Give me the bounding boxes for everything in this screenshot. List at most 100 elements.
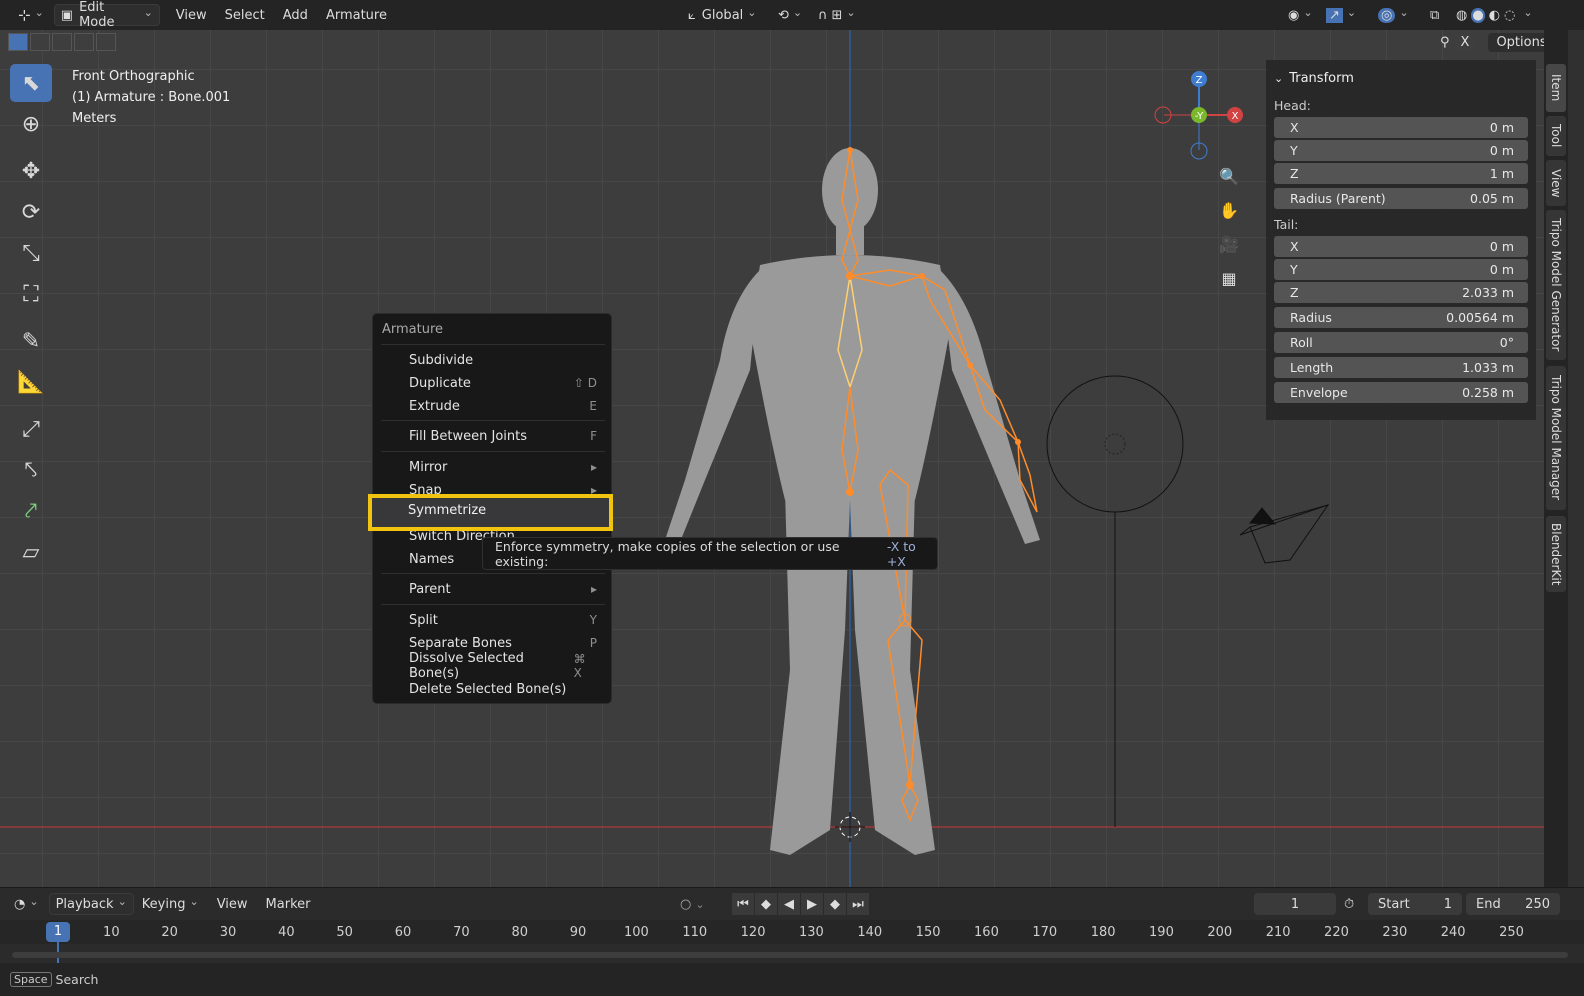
menu-item-dissolve-selected-bones[interactable]: Dissolve Selected Bone(s) ⌘ X	[409, 651, 607, 681]
menu-item-duplicate[interactable]: Duplicate ⇧ D	[409, 372, 607, 394]
menu-keying[interactable]: Keying	[136, 893, 205, 915]
menu-item-parent[interactable]: Parent ▸	[409, 578, 607, 600]
orientation-dropdown[interactable]: ⟀ Global	[682, 4, 763, 26]
menu-view[interactable]: View	[170, 4, 213, 26]
menu-item-mirror[interactable]: Mirror ▸	[409, 456, 607, 478]
tab-tripo-model-generator[interactable]: Tripo Model Generator	[1546, 210, 1566, 360]
tab-tool[interactable]: Tool	[1546, 116, 1566, 156]
tail-z-field[interactable]: Z 2.033 m	[1274, 282, 1528, 303]
menu-select[interactable]: Select	[219, 4, 271, 26]
menu-item-fill-between-joints[interactable]: Fill Between Joints F	[409, 425, 607, 447]
transform-panel: ⌄ Transform Head: X 0 m Y 0 m Z 1 m Radius …	[1266, 60, 1536, 420]
editor-type-button[interactable]: ⊹	[12, 4, 50, 26]
edit-mode-icon: ▣	[60, 7, 74, 23]
end-frame-field[interactable]: End 250	[1466, 893, 1560, 915]
mode-dropdown[interactable]: ▣ Edit Mode	[53, 0, 160, 30]
frame-tick: 210	[1265, 925, 1291, 940]
menu-timeline-view[interactable]: View	[211, 893, 254, 915]
length-field[interactable]: Length 1.033 m	[1274, 357, 1528, 378]
start-value: 1	[1443, 896, 1452, 912]
transform-tool[interactable]: ⛶	[10, 275, 52, 313]
end-label: End	[1476, 896, 1501, 912]
tail-y-field[interactable]: Y 0 m	[1274, 259, 1528, 280]
extrude-tool[interactable]: ⤤	[10, 492, 52, 530]
jump-start-icon[interactable]: ⏮	[732, 893, 754, 915]
navigation-gizmo[interactable]: Z X -Y	[1154, 70, 1244, 160]
field-label: Y	[1290, 143, 1298, 158]
select-box-tool[interactable]: ⬉	[10, 64, 52, 102]
pan-hand-icon[interactable]: ✋	[1214, 196, 1244, 224]
rotate-tool[interactable]: ⟳	[10, 193, 52, 231]
cursor-tool[interactable]: ⊕	[10, 105, 52, 143]
head-x-field[interactable]: X 0 m	[1274, 117, 1528, 138]
head-radius-field[interactable]: Radius (Parent) 0.05 m	[1274, 188, 1528, 209]
solid-shading-icon[interactable]: ●	[1471, 7, 1485, 23]
start-frame-field[interactable]: Start 1	[1368, 893, 1462, 915]
annotate-tool[interactable]: ✎	[10, 322, 52, 360]
gizmo-icon: ↗	[1326, 7, 1343, 23]
xray-toggle[interactable]: ⧉	[1424, 4, 1445, 26]
chevron-down-icon: ⌄	[1274, 71, 1284, 85]
shading-modes[interactable]: ◍ ● ◐ ◌	[1450, 4, 1539, 26]
play-icon[interactable]: ▶	[801, 893, 823, 915]
tab-item[interactable]: Item	[1546, 64, 1566, 112]
visibility-dropdown[interactable]: ◉	[1282, 4, 1319, 26]
gizmo-dropdown[interactable]: ↗	[1320, 4, 1362, 26]
tab-view[interactable]: View	[1546, 160, 1566, 206]
overlay-dropdown[interactable]: ◎	[1372, 4, 1415, 26]
roll-field[interactable]: Roll 0°	[1274, 332, 1528, 353]
snap-grid-icon: ⊞	[831, 7, 843, 23]
pivot-dropdown[interactable]: ⟲	[772, 4, 808, 26]
zoom-icon[interactable]: 🔍	[1214, 162, 1244, 190]
transform-panel-header[interactable]: ⌄ Transform	[1274, 66, 1528, 90]
frame-tick: 130	[798, 925, 824, 940]
jump-end-icon[interactable]: ⏭	[847, 893, 869, 915]
record-icon[interactable]: ○	[680, 897, 691, 912]
stopwatch-icon[interactable]: ⏱	[1344, 897, 1354, 912]
menu-item-symmetrize[interactable]: Symmetrize	[368, 494, 613, 531]
menu-item-delete-selected-bones[interactable]: Delete Selected Bone(s)	[409, 678, 607, 700]
tooltip-hint: -X to +X	[886, 538, 916, 569]
perspective-grid-icon[interactable]: ▦	[1214, 264, 1244, 292]
playhead-indicator[interactable]: 1	[46, 922, 70, 942]
tab-tripo-model-manager[interactable]: Tripo Model Manager	[1546, 366, 1566, 510]
menu-marker[interactable]: Marker	[260, 893, 317, 915]
play-reverse-icon[interactable]: ◀	[778, 893, 800, 915]
menu-playback[interactable]: Playback	[48, 893, 134, 915]
timeline-scrollbar[interactable]	[12, 952, 1568, 958]
field-value: 0°	[1499, 335, 1514, 350]
menu-add[interactable]: Add	[277, 4, 314, 26]
scale-tool[interactable]: ⤡	[10, 234, 52, 272]
menu-armature[interactable]: Armature	[320, 4, 393, 26]
head-label: Head:	[1274, 98, 1311, 113]
roll-tool[interactable]: ⤢	[10, 410, 52, 448]
current-frame-field[interactable]: 1	[1254, 893, 1336, 915]
prev-keyframe-icon[interactable]: ◆	[755, 893, 777, 915]
tab-blenderkit[interactable]: BlenderKit	[1546, 516, 1566, 592]
menu-item-split[interactable]: Split Y	[409, 609, 607, 631]
viewport-edge	[1568, 30, 1584, 887]
rendered-shading-icon[interactable]: ◌	[1504, 8, 1515, 23]
frame-ruler[interactable]: 1 10 20 30 40 50 60 70 80 90 100 110 120 130 140 150 16…	[0, 920, 1584, 964]
head-y-field[interactable]: Y 0 m	[1274, 140, 1528, 161]
shear-tool[interactable]: ▱	[10, 533, 52, 571]
material-shading-icon[interactable]: ◐	[1489, 8, 1500, 23]
snap-toggle[interactable]: ∩ ⊞	[812, 4, 862, 26]
field-label: Roll	[1290, 335, 1313, 350]
tail-x-field[interactable]: X 0 m	[1274, 236, 1528, 257]
measure-tool[interactable]: 📐	[10, 363, 52, 401]
tail-radius-field[interactable]: Radius 0.00564 m	[1274, 307, 1528, 328]
camera-view-icon[interactable]: 🎥	[1214, 230, 1244, 258]
wireframe-shading-icon[interactable]: ◍	[1456, 8, 1467, 23]
timeline-editor-type[interactable]: ◔	[8, 893, 45, 915]
menu-item-extrude[interactable]: Extrude E	[409, 395, 607, 417]
head-z-field[interactable]: Z 1 m	[1274, 163, 1528, 184]
bone-size-tool[interactable]: ⤣	[10, 451, 52, 489]
next-keyframe-icon[interactable]: ◆	[824, 893, 846, 915]
envelope-field[interactable]: Envelope 0.258 m	[1274, 382, 1528, 403]
move-tool[interactable]: ✥	[10, 152, 52, 190]
menu-item-subdivide[interactable]: Subdivide	[409, 349, 607, 371]
frame-tick: 20	[161, 925, 178, 940]
3d-viewport[interactable]: ⚲ X Options ⌄ Front Orthographic (1) Arm…	[0, 30, 1584, 887]
field-value: 0 m	[1489, 262, 1514, 277]
